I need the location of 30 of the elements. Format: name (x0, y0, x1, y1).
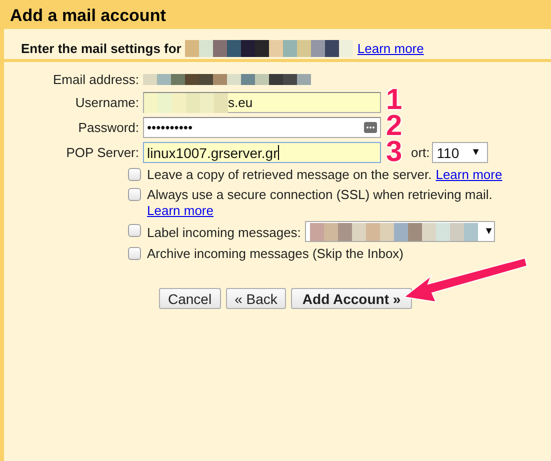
dialog-title: Add a mail account (9, 5, 167, 27)
field-label: Username: (74, 95, 140, 110)
port-select[interactable]: 110 ▼ (432, 142, 488, 163)
annotation-number: 1 (386, 86, 402, 115)
password-manager-icon[interactable] (364, 122, 377, 133)
learn-more-link[interactable]: Learn more (147, 203, 214, 219)
username-field[interactable]: s.eu (143, 92, 381, 113)
option-label: Leave a copy of retrieved message on the server. (147, 167, 432, 183)
annotation-number: 2 (386, 112, 402, 141)
port-label: ort: (411, 145, 430, 160)
checkbox[interactable] (128, 168, 141, 181)
field-label: POP Server: (65, 145, 140, 160)
add-account-button[interactable]: Add Account » (291, 288, 412, 309)
field-label: Email address: (52, 72, 140, 86)
option-label: Archive incoming messages (Skip the Inbox) (147, 246, 404, 262)
password-field[interactable]: •••••••••• (143, 117, 381, 138)
option-label: Always use a secure connection (SSL) when retrieving mail. (147, 187, 492, 203)
field-label: Password: (77, 120, 140, 135)
learn-more-link[interactable]: Learn more (357, 40, 424, 56)
intro-text: Enter the mail settings for (21, 40, 182, 56)
annotation-number: 3 (386, 138, 402, 167)
dialog-button[interactable]: « Back (226, 288, 286, 309)
learn-more-link[interactable]: Learn more (436, 167, 502, 183)
checkbox[interactable] (128, 247, 141, 260)
dialog-button[interactable]: Cancel (159, 288, 221, 309)
server-field[interactable]: linux1007.grserver.gr (143, 142, 381, 163)
option-label: Label incoming messages: (147, 224, 301, 240)
label-select[interactable]: ▼ (304, 221, 495, 242)
checkbox[interactable] (128, 224, 141, 237)
checkbox[interactable] (128, 188, 141, 201)
